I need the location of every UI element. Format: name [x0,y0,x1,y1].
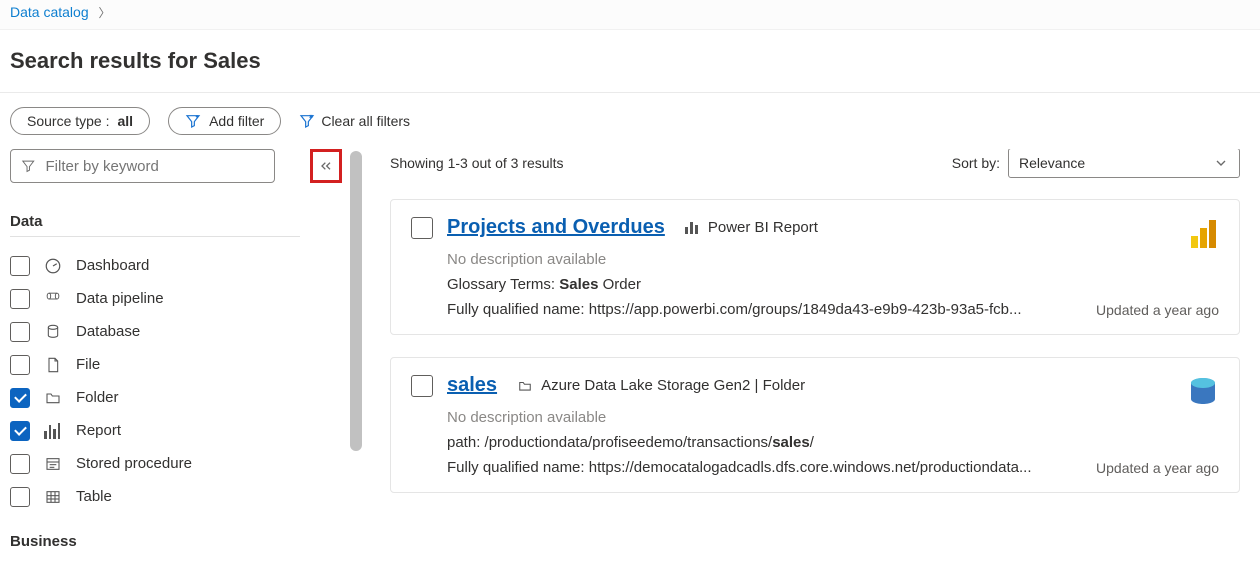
result-type: Azure Data Lake Storage Gen2 | Folder [541,377,805,394]
result-path: path: /productiondata/profiseedemo/trans… [447,434,1219,451]
gauge-icon [44,257,62,275]
database-icon [44,323,62,341]
collapse-sidebar-button[interactable] [310,149,342,183]
table-icon [44,489,62,505]
clear-filters-label: Clear all filters [321,113,410,129]
facet-label: Stored procedure [76,455,192,472]
result-updated: Updated a year ago [1096,302,1219,318]
stored-procedure-icon [44,456,62,472]
chevron-right-icon: 〉 [99,6,111,20]
file-icon [44,356,62,374]
result-updated: Updated a year ago [1096,460,1219,476]
keyword-input[interactable] [44,157,265,176]
sort-label: Sort by: [952,155,1000,171]
page-title: Search results for Sales [0,30,1260,93]
result-title-link[interactable]: Projects and Overdues [447,216,665,239]
facet-group-data: Data [10,213,300,237]
facet-label: Dashboard [76,257,149,274]
folder-icon [44,390,62,406]
bar-chart-icon [44,423,62,439]
facet-label: Database [76,323,140,340]
facet-group-business: Business [10,533,350,550]
checkbox[interactable] [10,322,30,342]
result-title-link[interactable]: sales [447,374,497,397]
funnel-clear-icon [299,113,315,129]
sidebar-scroll-thumb[interactable] [350,151,362,451]
sort-select[interactable]: Relevance [1008,149,1240,178]
funnel-plus-icon [185,113,201,129]
checkbox-checked[interactable] [10,388,30,408]
facet-row-report[interactable]: Report [10,414,350,447]
source-type-pill-label: Source type : [27,113,110,129]
chevron-double-left-icon [318,158,334,174]
filter-bar: Source type : all Add filter Clear all f… [0,93,1260,149]
result-card[interactable]: Projects and Overdues Power BI Report No… [390,199,1240,335]
facet-label: Table [76,488,112,505]
result-glossary: Glossary Terms: Sales Order [447,276,1219,293]
checkbox[interactable] [10,289,30,309]
sort-value: Relevance [1019,155,1085,171]
result-checkbox[interactable] [411,375,433,397]
checkbox[interactable] [10,454,30,474]
results-count: Showing 1-3 out of 3 results [390,155,564,171]
folder-icon [517,379,533,393]
add-filter-label: Add filter [209,113,264,129]
facet-row-database[interactable]: Database [10,315,350,348]
result-type: Power BI Report [708,219,818,236]
facet-row-stored-procedure[interactable]: Stored procedure [10,447,350,480]
facet-label: Folder [76,389,119,406]
pipeline-icon [44,292,62,306]
result-card[interactable]: sales Azure Data Lake Storage Gen2 | Fol… [390,357,1240,493]
breadcrumb-root-link[interactable]: Data catalog [10,4,89,20]
result-checkbox[interactable] [411,217,433,239]
facet-row-file[interactable]: File [10,348,350,381]
facet-row-dashboard[interactable]: Dashboard [10,249,350,282]
report-icon [685,222,700,234]
powerbi-logo-icon [1187,218,1219,250]
checkbox[interactable] [10,355,30,375]
breadcrumb: Data catalog 〉 [0,0,1260,30]
keyword-filter[interactable] [10,149,275,183]
chevron-down-icon [1213,155,1229,171]
clear-filters-button[interactable]: Clear all filters [299,113,410,129]
facet-row-folder[interactable]: Folder [10,381,350,414]
add-filter-button[interactable]: Add filter [168,107,281,135]
facet-label: File [76,356,100,373]
funnel-icon [21,158,36,174]
datalake-logo-icon [1187,376,1219,408]
checkbox[interactable] [10,256,30,276]
results-pane: Showing 1-3 out of 3 results Sort by: Re… [360,149,1260,567]
source-type-pill-value: all [118,113,134,129]
result-description: No description available [447,409,1219,426]
result-description: No description available [447,251,1219,268]
facet-row-table[interactable]: Table [10,480,350,513]
checkbox-checked[interactable] [10,421,30,441]
facet-row-data-pipeline[interactable]: Data pipeline [10,282,350,315]
source-type-pill[interactable]: Source type : all [10,107,150,135]
checkbox[interactable] [10,487,30,507]
facet-label: Data pipeline [76,290,164,307]
facet-label: Report [76,422,121,439]
facet-sidebar: Data Dashboard Data [0,149,360,567]
